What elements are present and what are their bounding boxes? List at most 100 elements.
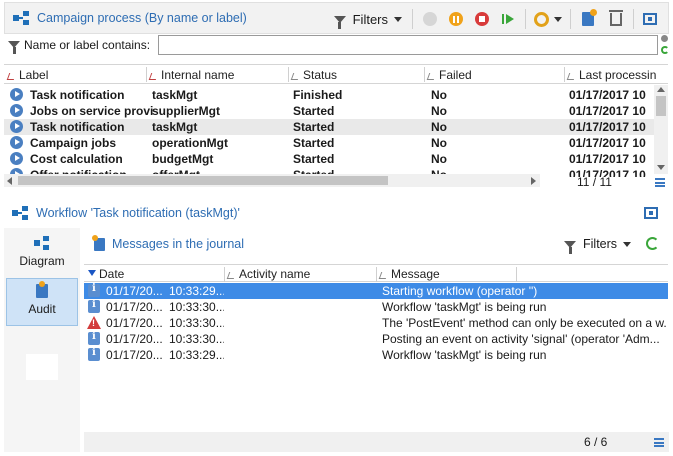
table-row[interactable]: Campaign jobs operationMgt Started No 01/17/… (4, 135, 654, 151)
maximize-button[interactable] (641, 202, 661, 224)
cell-last-processing: 01/17/2017 10 (569, 88, 646, 102)
funnel-icon (8, 41, 20, 54)
cell-internal-name: supplierMgt (152, 104, 220, 118)
start-button[interactable] (419, 8, 441, 30)
gear-icon (534, 11, 549, 27)
pause-icon (449, 12, 463, 26)
scroll-left-arrow[interactable] (7, 177, 12, 185)
info-icon (88, 299, 100, 313)
campaign-toolbar: Filters (330, 8, 660, 30)
cell-time: 10:33:29... (169, 348, 224, 362)
name-filter-input[interactable] (158, 35, 658, 55)
cell-internal-name: taskMgt (152, 120, 198, 134)
cell-date: 01/17/20... (106, 348, 163, 362)
column-header-failed[interactable]: Failed (426, 68, 472, 82)
delete-button[interactable] (605, 8, 627, 30)
table-row[interactable]: Task notification taskMgt Finished No 01/17/… (4, 87, 654, 103)
cell-message: Workflow 'taskMgt' is being run (382, 348, 547, 362)
table-row[interactable]: 01/17/20... 10:33:30... The 'PostEvent' me… (84, 315, 668, 331)
table-row[interactable]: 01/17/20... 10:33:29... Workflow 'taskMgt'… (84, 347, 668, 363)
filters-label: Filters (352, 11, 388, 27)
column-header-last-processing[interactable]: Last processin (566, 68, 656, 82)
pause-button[interactable] (445, 8, 467, 30)
cell-date: 01/17/20... (106, 332, 163, 346)
cell-failed: No (431, 136, 447, 150)
table-row[interactable]: Task notification taskMgt Started No 01/17/2… (4, 119, 654, 135)
step-play-icon (501, 12, 515, 26)
funnel-icon (333, 15, 346, 29)
scrollbar-thumb[interactable] (18, 176, 388, 185)
cell-internal-name: operationMgt (152, 136, 228, 150)
table-row[interactable]: 01/17/20... 10:33:30... Workflow 'taskMgt'… (84, 299, 668, 315)
refresh-icon[interactable] (646, 237, 659, 250)
filter-label: Name or label contains: (24, 38, 151, 52)
cell-time: 10:33:30... (169, 332, 224, 346)
cell-time: 10:33:30... (169, 300, 224, 314)
workflow-panel-title: Workflow 'Task notification (taskMgt)' (36, 206, 240, 220)
journal-filters-button[interactable]: Filters (564, 233, 632, 255)
filters-label: Filters (583, 237, 618, 251)
chevron-down-icon (554, 16, 562, 22)
column-header-message[interactable]: Message (378, 267, 440, 281)
refresh-icon[interactable] (661, 46, 669, 54)
workflow-icon (12, 206, 30, 220)
cell-message: Workflow 'taskMgt' is being run (382, 300, 547, 314)
trash-icon (609, 9, 623, 26)
cell-label: Jobs on service provi... (30, 104, 154, 118)
cell-time: 10:33:30... (169, 316, 224, 330)
column-header-label[interactable]: Label (6, 68, 48, 82)
table-row[interactable]: Cost calculation budgetMgt Started No 01/17/… (4, 151, 654, 167)
cell-status: Started (293, 104, 335, 118)
scroll-down-arrow[interactable] (657, 165, 665, 170)
table-row[interactable]: Jobs on service provi... supplierMgt Start… (4, 103, 654, 119)
stop-button[interactable] (471, 8, 493, 30)
campaign-horizontal-scrollbar[interactable] (4, 174, 540, 187)
list-menu-icon[interactable] (655, 178, 665, 187)
cell-label: Task notification (30, 120, 125, 134)
cell-last-processing: 01/17/2017 10 (569, 152, 646, 166)
side-item-diagram[interactable]: Diagram (6, 232, 78, 276)
column-header-date[interactable]: Date (99, 267, 124, 281)
new-button[interactable] (577, 8, 599, 30)
scroll-right-arrow[interactable] (531, 177, 536, 185)
side-blank-tile (26, 354, 58, 380)
cell-message: Posting an event on activity 'signal' (o… (382, 332, 660, 346)
campaign-vertical-scrollbar[interactable] (654, 85, 668, 174)
column-header-internal-name[interactable]: Internal name (148, 68, 234, 82)
cell-last-processing: 01/17/2017 10 (569, 104, 646, 118)
actions-menu-button[interactable] (532, 8, 564, 30)
cell-date: 01/17/20... (106, 284, 163, 298)
cell-message: Starting workflow (operator '') (382, 284, 538, 298)
journal-header: Messages in the journal Filters (84, 232, 669, 258)
scroll-up-arrow[interactable] (657, 87, 665, 92)
workflow-status-icon (10, 152, 23, 165)
table-row[interactable]: 01/17/20... 10:33:29... Starting workflow … (84, 283, 668, 299)
cell-failed: No (431, 104, 447, 118)
workflow-status-icon (10, 88, 23, 101)
cell-label: Task notification (30, 88, 125, 102)
restart-button[interactable] (497, 8, 519, 30)
list-menu-icon[interactable] (654, 438, 664, 447)
toolbar-divider (525, 9, 526, 29)
campaign-record-count: 11 / 11 (577, 175, 612, 189)
cell-failed: No (431, 152, 447, 166)
column-header-activity-name[interactable]: Activity name (226, 267, 310, 281)
clear-filter-icon[interactable] (661, 35, 668, 42)
cell-date: 01/17/20... (106, 300, 163, 314)
cell-status: Finished (293, 88, 343, 102)
scrollbar-thumb[interactable] (656, 96, 666, 116)
side-item-label: Diagram (19, 254, 65, 268)
journal-icon (92, 235, 105, 251)
workflow-status-icon (10, 136, 23, 149)
side-item-audit[interactable]: Audit (6, 278, 78, 326)
table-row[interactable]: 01/17/20... 10:33:30... Posting an event o… (84, 331, 668, 347)
column-header-status[interactable]: Status (290, 68, 337, 82)
cell-internal-name: budgetMgt (152, 152, 214, 166)
maximize-button[interactable] (640, 8, 660, 30)
info-icon (88, 347, 100, 361)
cell-label: Cost calculation (30, 152, 123, 166)
cell-label: Campaign jobs (30, 136, 117, 150)
workflow-side-nav: Diagram Audit (4, 228, 80, 452)
filters-button[interactable]: Filters (330, 8, 406, 30)
cell-failed: No (431, 120, 447, 134)
